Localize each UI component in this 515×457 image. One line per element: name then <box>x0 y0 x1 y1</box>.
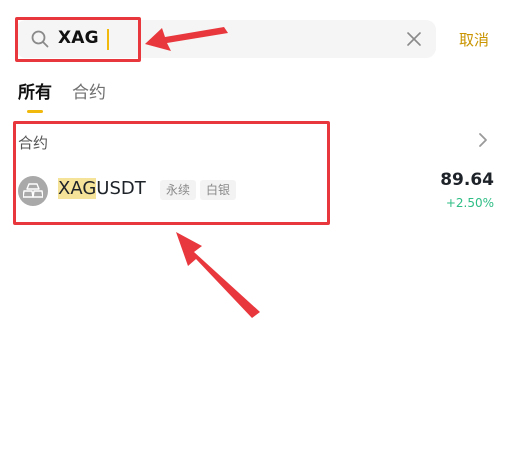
annotation-arrows <box>145 27 260 318</box>
search-results-screen: XAG 取消 所有 合约 合约 XAGUSDT 永续 白银 89.64 +2.5… <box>0 0 515 457</box>
annotation-arrow-search <box>145 27 228 51</box>
annotation-arrow-result <box>176 232 260 318</box>
